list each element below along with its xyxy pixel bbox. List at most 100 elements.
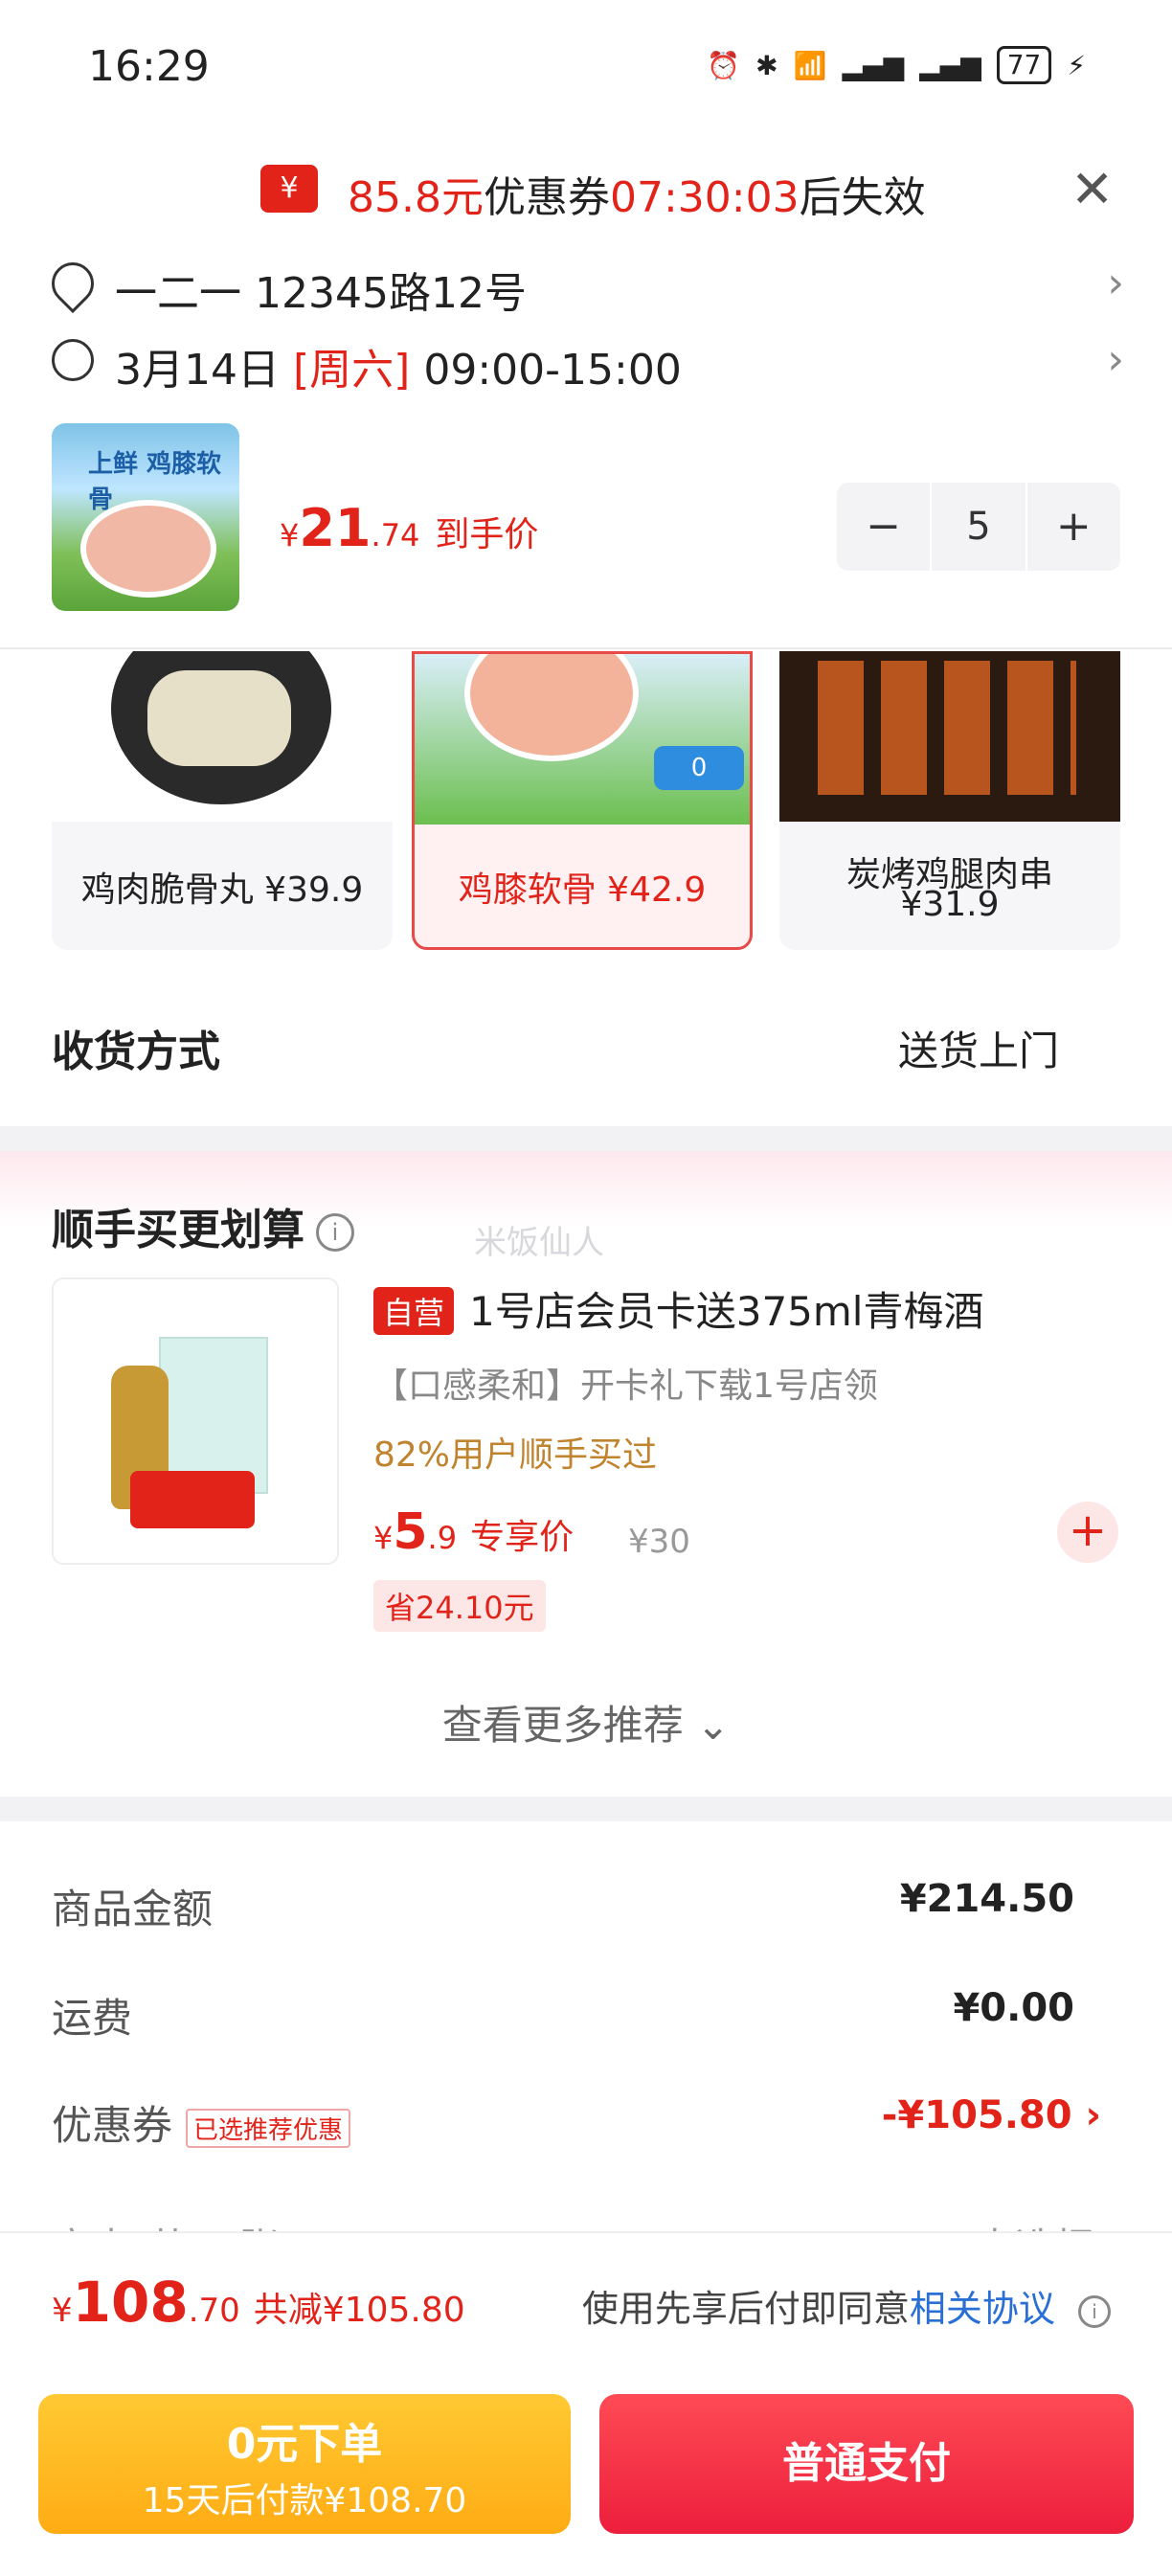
coupon-row-value: -¥105.80 › (881, 2093, 1101, 2137)
goods-amount-label: 商品金额 (52, 1886, 214, 1932)
recommend-title: 顺手买更划算 i (52, 1195, 354, 1256)
product-image: 上鲜 鸡膝软骨 (52, 423, 239, 611)
delivery-time-range: 09:00-15:00 (423, 346, 682, 395)
price-label: 专享价 (470, 1518, 575, 1557)
zero-yuan-order-subtitle: 15天后付款¥108.70 (142, 2481, 467, 2520)
price-currency: ¥ (52, 2292, 73, 2330)
clock-icon (52, 339, 94, 381)
address-text: 一二一 12345路12号 (115, 269, 527, 318)
coupon-row-label: 优惠券 已选推荐优惠 (52, 2093, 351, 2152)
coupon-expire-text: 85.8元优惠券07:30:03后失效 (348, 163, 926, 224)
price-currency: ¥ (280, 517, 300, 554)
agreement-link[interactable]: 相关协议 (910, 2288, 1055, 2330)
recommend-item-name[interactable]: 1号店会员卡送375ml青梅酒 (469, 1279, 983, 1338)
delivery-method-label: 收货方式 (52, 1028, 220, 1076)
recommend-item-original-price: ¥30 (628, 1523, 690, 1561)
recommend-item-price: ¥5.9 专享价 (373, 1503, 574, 1561)
zero-yuan-order-button[interactable]: 0元下单 15天后付款¥108.70 (38, 2394, 571, 2534)
coupon-row-label-text: 优惠券 (52, 2102, 173, 2149)
wifi-icon: 📶 (793, 49, 827, 81)
alt-product-card[interactable]: 鸡肉脆骨丸 ¥39.9 (52, 651, 393, 950)
hormone-free-badge: 0 (654, 746, 744, 790)
coupon-row[interactable]: 优惠券 已选推荐优惠 -¥105.80 › (52, 2093, 1101, 2160)
zero-yuan-order-title: 0元下单 (226, 2420, 383, 2469)
alt-product-image (52, 651, 393, 822)
goods-amount-value: ¥214.50 (899, 1877, 1074, 1921)
info-icon[interactable]: i (316, 1213, 354, 1252)
divider (0, 647, 1172, 649)
alt-product-name: 鸡肉脆骨丸 ¥39.9 (80, 870, 364, 910)
coupon-countdown: 07:30:03 (609, 173, 800, 222)
total-price: ¥108.70 共减¥105.80 (52, 2270, 465, 2335)
coupon-label: 优惠券 (483, 173, 610, 222)
status-bar: 16:29 ⏰ ✱ 📶 ▂▄▆ ▂▄▆ 77 ⚡ (0, 0, 1172, 139)
product-bowl-graphic (80, 500, 216, 598)
recommend-item-save-badge: 省24.10元 (373, 1580, 546, 1632)
alt-product-name: 鸡膝软骨 ¥42.9 (458, 870, 707, 910)
alt-product-price: ¥31.9 (900, 885, 1000, 924)
price-integer: 21 (299, 498, 372, 558)
add-to-order-button[interactable]: + (1057, 1502, 1118, 1563)
member-card-graphic (130, 1471, 255, 1528)
recommend-item-subtitle: 【口感柔和】开卡礼下载1号店领 (373, 1367, 878, 1406)
address-row[interactable]: 一二一 12345路12号 › (42, 253, 1124, 322)
recommend-item-image[interactable] (52, 1277, 339, 1565)
section-divider (0, 1126, 1172, 1151)
skewers-graphic (818, 661, 1076, 795)
alt-product-card[interactable]: 炭烤鸡腿肉串 ¥31.9 (779, 651, 1120, 950)
coupon-icon: ¥ (260, 165, 318, 213)
chevron-right-icon: › (1107, 335, 1124, 384)
delivery-weekday: [周六] (292, 346, 411, 395)
total-discount: 共减¥105.80 (253, 2291, 465, 2330)
status-time: 16:29 (88, 42, 210, 91)
price-tag: 到手价 (435, 515, 539, 554)
bowl-graphic (464, 654, 639, 761)
signal-4g-icon: ▂▄▆ (919, 49, 981, 81)
status-icons: ⏰ ✱ 📶 ▂▄▆ ▂▄▆ 77 ⚡ (707, 46, 1086, 84)
alarm-icon: ⏰ (707, 49, 741, 81)
more-recommend-link[interactable]: 查看更多推荐 ⌄ (0, 1693, 1172, 1751)
coupon-amount: 85.8元 (348, 173, 484, 222)
recommend-title-text: 顺手买更划算 (52, 1206, 304, 1254)
bluetooth-icon: ✱ (755, 49, 778, 81)
shipping-label: 运费 (52, 1995, 133, 2042)
price-decimal: .9 (427, 1520, 458, 1556)
recommend-item-bought: 82%用户顺手买过 (373, 1435, 658, 1475)
alt-product-card-selected[interactable]: 0 鸡膝软骨 ¥42.9 (412, 651, 753, 950)
charging-icon: ⚡ (1067, 49, 1086, 81)
decrease-button[interactable]: − (837, 483, 930, 571)
alt-product-image (779, 651, 1120, 822)
price-integer: 108 (72, 2270, 189, 2335)
price-currency: ¥ (373, 1520, 394, 1556)
agreement-text: 使用先享后付即同意相关协议 i (582, 2279, 1111, 2332)
price-decimal: .74 (371, 517, 420, 554)
coupon-recommended-tag: 已选推荐优惠 (186, 2109, 351, 2148)
delivery-time-text: 3月14日 [周六] 09:00-15:00 (115, 335, 682, 396)
increase-button[interactable]: + (1027, 483, 1120, 571)
info-icon[interactable]: i (1078, 2294, 1111, 2328)
meatballs-graphic (147, 670, 291, 766)
location-pin-icon (42, 253, 103, 314)
delivery-time-row[interactable]: 3月14日 [周六] 09:00-15:00 › (52, 335, 1124, 398)
goods-amount-row: 商品金额 ¥214.50 (52, 1877, 1074, 1944)
quantity-stepper: − 5 + (837, 483, 1120, 571)
watermark: 米饭仙人 (474, 1224, 604, 1262)
price-decimal: .70 (188, 2292, 240, 2330)
alt-product-image: 0 (415, 654, 750, 825)
section-divider (0, 1796, 1172, 1821)
quantity-value[interactable]: 5 (930, 483, 1027, 571)
delivery-method-value[interactable]: 送货上门 (898, 1019, 1059, 1077)
normal-pay-button[interactable]: 普通支付 (599, 2394, 1134, 2534)
battery-indicator: 77 (996, 46, 1052, 84)
agreement-prefix: 使用先享后付即同意 (581, 2288, 910, 2330)
chevron-right-icon: › (1107, 259, 1124, 307)
shipping-row: 运费 ¥0.00 (52, 1986, 1074, 2053)
close-icon[interactable]: ✕ (1071, 163, 1114, 216)
product-price: ¥21.74 到手价 (280, 498, 538, 558)
self-operated-badge: 自营 (373, 1287, 455, 1335)
shipping-value: ¥0.00 (953, 1986, 1074, 2030)
delivery-date: 3月14日 (115, 346, 280, 395)
coupon-suffix: 后失效 (799, 173, 926, 222)
price-integer: 5 (393, 1503, 428, 1561)
signal-5g-icon: ▂▄▆ (842, 49, 905, 81)
